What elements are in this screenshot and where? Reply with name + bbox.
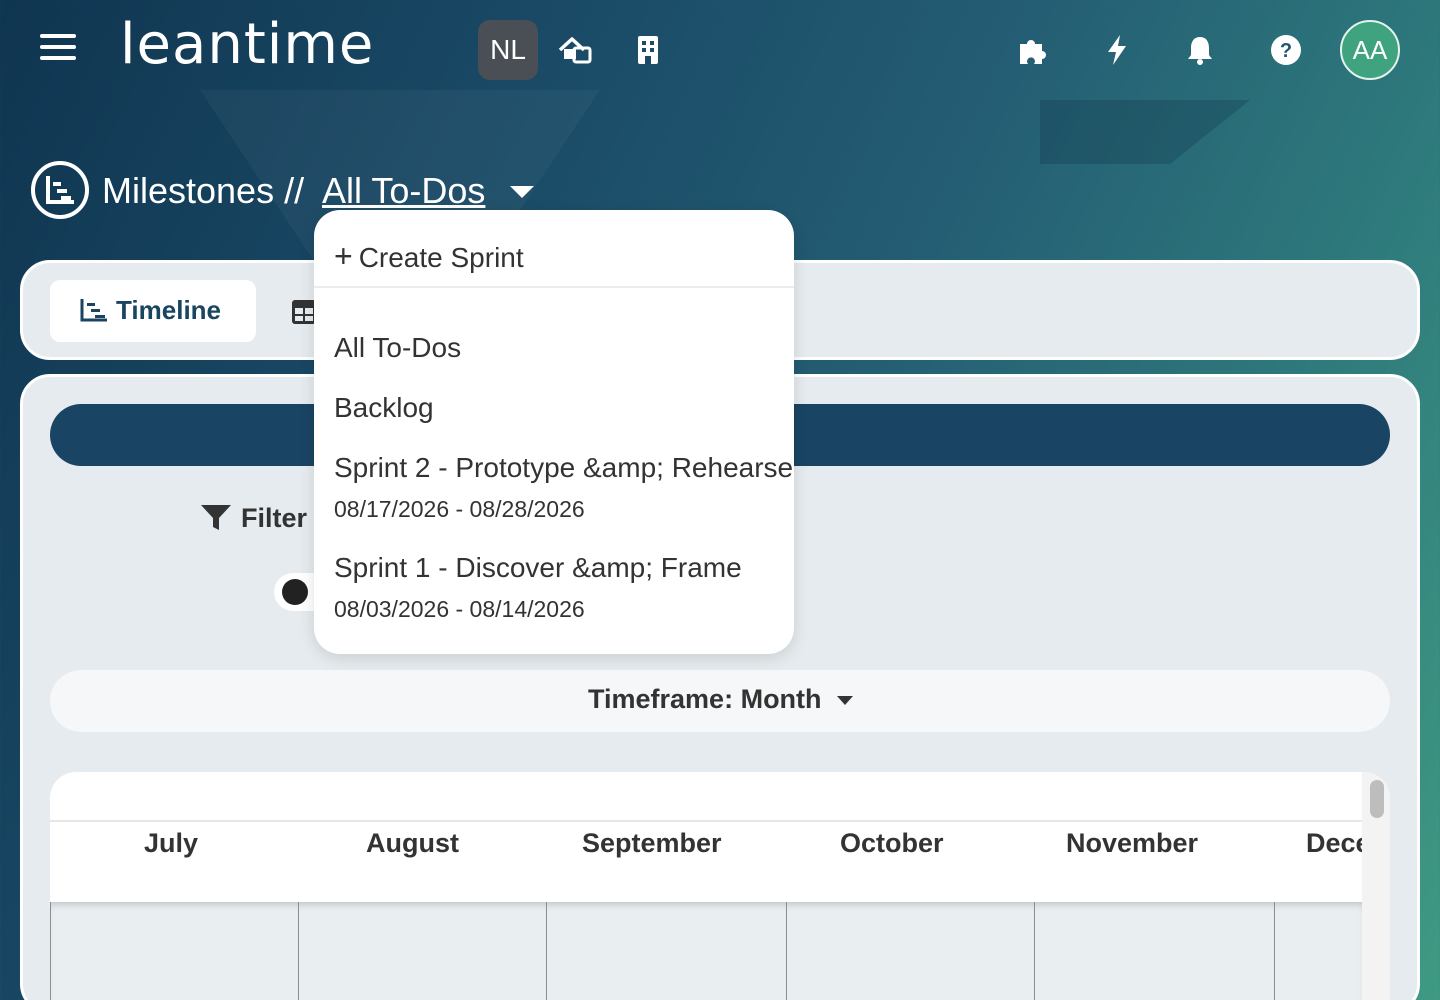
leantime-logo[interactable]: leantime (120, 10, 374, 80)
background-shape (1170, 100, 1250, 164)
grid-line (546, 902, 547, 1000)
hamburger-icon[interactable] (40, 34, 76, 66)
chevron-down-icon (837, 695, 854, 705)
puzzle-icon[interactable] (1014, 32, 1050, 68)
menu-divider (314, 286, 794, 288)
menu-item-sprint-2[interactable]: Sprint 2 - Prototype &amp; Rehearse (334, 452, 793, 484)
gantt-scrollbar[interactable] (1362, 772, 1390, 1000)
building-icon[interactable] (630, 32, 666, 68)
month-label: Dece (1306, 828, 1371, 858)
sprint-dates: 08/03/2026 - 08/14/2026 (334, 596, 585, 622)
grid-line (786, 902, 787, 1000)
milestone-timeline-icon (31, 161, 89, 219)
gantt-header-top (50, 772, 1362, 822)
lightning-icon[interactable] (1099, 32, 1135, 68)
filter-icon (201, 505, 231, 530)
timeframe-selector[interactable]: Timeframe: Month (588, 684, 854, 715)
grid-line (298, 902, 299, 1000)
background-shape (1040, 100, 1170, 164)
plus-icon: + (334, 238, 353, 274)
grid-line (1274, 902, 1275, 1000)
project-badge[interactable]: NL (478, 20, 538, 80)
menu-item-sprint-1[interactable]: Sprint 1 - Discover &amp; Frame (334, 552, 742, 584)
tab-timeline[interactable]: Timeline (50, 280, 256, 342)
month-label: July (144, 828, 199, 858)
help-icon[interactable]: ? (1268, 32, 1304, 68)
page-title: Milestones // (102, 170, 305, 211)
timeframe-bar: Timeframe: Month (50, 670, 1390, 732)
timeframe-label: Timeframe: (588, 684, 734, 714)
bell-icon[interactable] (1182, 32, 1218, 68)
month-label: September (582, 828, 722, 858)
user-avatar[interactable]: AA (1340, 20, 1400, 80)
month-label: October (840, 828, 944, 858)
gantt-chart: July August September October November D… (50, 772, 1390, 1000)
gantt-month-row: July August September October November D… (50, 824, 1371, 902)
menu-item-all-todos[interactable]: All To-Dos (334, 332, 461, 364)
top-navbar: leantime NL ? AA (0, 0, 1440, 100)
home-icon[interactable] (556, 32, 592, 68)
sprint-selector-link[interactable]: All To-Dos (322, 170, 485, 212)
menu-item-backlog[interactable]: Backlog (334, 392, 434, 424)
create-sprint-button[interactable]: + Create Sprint (334, 238, 524, 275)
timeline-icon (80, 299, 107, 322)
caret-down-icon[interactable] (510, 184, 534, 200)
sprint-dropdown-menu: + Create Sprint All To-Dos Backlog Sprint… (314, 210, 794, 654)
month-label: August (366, 828, 459, 858)
grid-line (1034, 902, 1035, 1000)
grid-line (50, 902, 51, 1000)
timeframe-value: Month (740, 684, 822, 714)
svg-text:?: ? (1280, 40, 1292, 62)
gantt-body (50, 902, 1362, 1000)
scrollbar-thumb[interactable] (1370, 780, 1384, 818)
month-label: November (1066, 828, 1199, 858)
toggle-knob (282, 579, 308, 605)
sprint-dates: 08/17/2026 - 08/28/2026 (334, 496, 585, 522)
tab-timeline-label: Timeline (116, 295, 222, 325)
